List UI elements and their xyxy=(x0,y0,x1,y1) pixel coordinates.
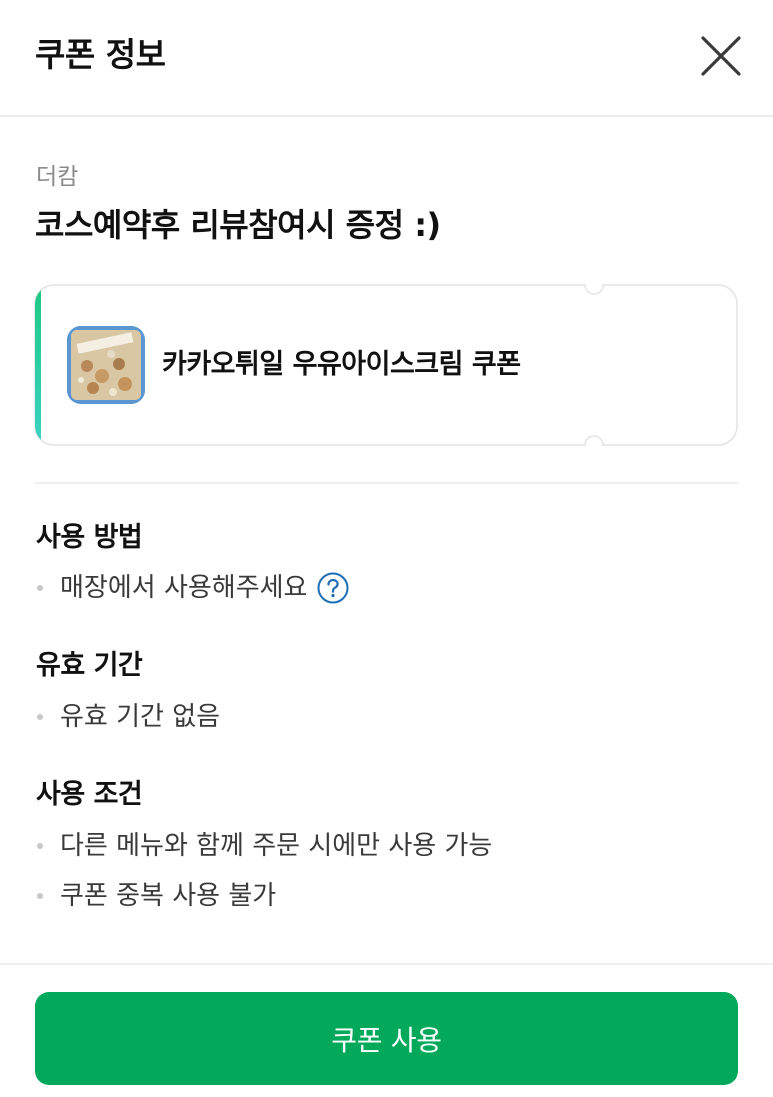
usage-method-text: 매장에서 사용해주세요 xyxy=(60,573,308,603)
help-button[interactable] xyxy=(317,572,349,604)
coupon-info-sheet: 쿠폰 정보 더캄 코스예약후 리뷰참여시 증정 :) 카카오튀일 우유아이스크림… xyxy=(0,0,773,1097)
bullet-icon xyxy=(37,843,43,849)
coupon-product-image xyxy=(67,326,145,404)
page-title: 쿠폰 정보 xyxy=(35,35,166,74)
coupon-ticket-label: 카카오튀일 우유아이스크림 쿠폰 xyxy=(162,349,521,380)
section-divider xyxy=(35,482,738,484)
validity-period-item: 유효 기간 없음 xyxy=(35,697,220,737)
usage-method-title: 사용 방법 xyxy=(36,522,143,553)
usage-conditions-title: 사용 조건 xyxy=(36,779,143,810)
validity-period-text: 유효 기간 없음 xyxy=(60,702,221,732)
coupon-ticket-card[interactable]: 카카오튀일 우유아이스크림 쿠폰 xyxy=(34,284,738,446)
bullet-icon xyxy=(37,893,43,899)
footer-divider xyxy=(0,963,773,965)
close-button[interactable] xyxy=(699,34,743,78)
usage-condition-item: 다른 메뉴와 함께 주문 시에만 사용 가능 xyxy=(35,826,492,866)
bullet-icon xyxy=(37,585,43,591)
usage-condition-text: 다른 메뉴와 함께 주문 시에만 사용 가능 xyxy=(60,831,493,861)
usage-method-item: 매장에서 사용해주세요 xyxy=(35,568,349,608)
use-coupon-button[interactable]: 쿠폰 사용 xyxy=(35,992,738,1085)
bullet-icon xyxy=(37,714,43,720)
validity-period-title: 유효 기간 xyxy=(36,650,143,681)
header: 쿠폰 정보 xyxy=(0,0,773,117)
question-circle-icon xyxy=(317,572,349,604)
store-name: 더캄 xyxy=(36,164,79,190)
coupon-title: 코스예약후 리뷰참여시 증정 :) xyxy=(35,206,441,244)
usage-condition-text: 쿠폰 중복 사용 불가 xyxy=(60,881,277,911)
usage-condition-item: 쿠폰 중복 사용 불가 xyxy=(35,876,276,916)
close-icon xyxy=(701,36,741,76)
